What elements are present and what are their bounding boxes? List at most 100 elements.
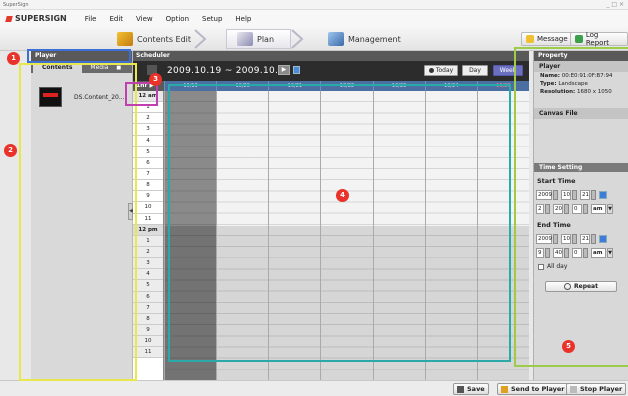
property-panel: Property Player Name: 00:E0:91:0F:B7:94 …: [533, 51, 628, 380]
day-column[interactable]: [476, 91, 529, 380]
end-month-field[interactable]: 10: [561, 234, 571, 244]
spinner-icon[interactable]: [583, 248, 588, 258]
day-column[interactable]: [372, 91, 425, 380]
hour-label: 4: [133, 269, 163, 281]
tab-contents[interactable]: Contents: [33, 63, 82, 73]
player-name-row: Name: 00:E0:91:0F:B7:94: [534, 72, 628, 80]
hour-label: 6: [133, 158, 163, 169]
spinner-icon[interactable]: [545, 204, 550, 214]
start-ampm-select[interactable]: am: [591, 204, 606, 214]
today-icon: [428, 68, 434, 73]
send-icon: [501, 385, 508, 393]
bottom-toolbar: Save Send to Player Stop Player: [0, 380, 628, 396]
day-column[interactable]: [424, 91, 477, 380]
end-second-field[interactable]: 0: [572, 248, 582, 258]
spinner-icon[interactable]: [553, 234, 558, 244]
end-time-row: 9 40 0 am ▼: [534, 246, 628, 260]
day-header[interactable]: 10/19: [164, 81, 216, 91]
name-label: Name:: [540, 73, 560, 79]
save-label: Save: [467, 385, 485, 393]
menu-edit[interactable]: Edit: [109, 15, 123, 23]
main-nav: Contents Edit Plan Management Message Lo…: [0, 27, 628, 51]
day-header[interactable]: 10/25: [476, 81, 529, 91]
end-ampm-select[interactable]: am: [591, 248, 606, 258]
menu-bar: SUPERSIGN File Edit View Option Setup He…: [0, 10, 628, 27]
day-header[interactable]: 10/20: [216, 81, 268, 91]
start-time-title: Start Time: [537, 177, 576, 185]
day-header[interactable]: 10/22: [320, 81, 372, 91]
spinner-icon[interactable]: [553, 190, 558, 200]
calendar-icon[interactable]: [599, 191, 607, 199]
scheduler-header: Scheduler: [133, 51, 529, 61]
end-time-title: End Time: [537, 221, 571, 229]
player-type-value: Landscape: [558, 81, 588, 87]
day-header[interactable]: 10/23: [372, 81, 425, 91]
menu-file[interactable]: File: [85, 15, 97, 23]
date-range-label: 2009.10.19 ~ 2009.10.25: [167, 66, 291, 76]
day-header[interactable]: 10/24: [424, 81, 477, 91]
spinner-icon[interactable]: [583, 204, 588, 214]
save-button[interactable]: Save: [453, 383, 489, 395]
hour-label: 11: [133, 347, 163, 359]
start-month-field[interactable]: 10: [561, 190, 571, 200]
chevron-down-icon[interactable]: ▼: [607, 204, 613, 214]
end-date-row: 2009 10 21: [534, 232, 628, 246]
media-badge-icon: ■: [116, 65, 122, 71]
start-year-field[interactable]: 2009: [536, 190, 552, 200]
end-year-field[interactable]: 2009: [536, 234, 552, 244]
hour-label: 3: [133, 124, 163, 136]
start-second-field[interactable]: 0: [572, 204, 582, 214]
menu-help[interactable]: Help: [235, 15, 251, 23]
stop-player-button[interactable]: Stop Player: [566, 383, 627, 395]
tab-contents-edit[interactable]: Contents Edit: [117, 29, 191, 49]
tab-media[interactable]: Media ■: [82, 63, 131, 73]
spinner-icon[interactable]: [591, 190, 596, 200]
window-controls[interactable]: _ □ ×: [606, 0, 624, 10]
spinner-icon[interactable]: [591, 234, 596, 244]
tab-management[interactable]: Management: [328, 29, 401, 49]
list-item[interactable]: DS.Content_20...: [39, 86, 129, 108]
repeat-button[interactable]: Repeat: [545, 281, 617, 292]
chevron-down-icon[interactable]: ▼: [607, 248, 613, 258]
spinner-icon[interactable]: [572, 190, 577, 200]
send-to-player-button[interactable]: Send to Player: [497, 383, 569, 395]
day-column[interactable]: [320, 91, 373, 380]
all-day-checkbox[interactable]: All day: [534, 260, 628, 273]
spinner-icon[interactable]: [564, 204, 569, 214]
today-button[interactable]: Today: [424, 65, 458, 76]
calendar-picker-icon[interactable]: [293, 66, 300, 74]
annotation-badge: 5: [562, 340, 575, 353]
start-hour-field[interactable]: 2: [536, 204, 544, 214]
spinner-icon[interactable]: [564, 248, 569, 258]
day-column[interactable]: [268, 91, 321, 380]
scheduler: Scheduler 2009.10.19 ~ 2009.10.25 ▶ Toda…: [133, 51, 529, 380]
end-hour-field[interactable]: 9: [536, 248, 544, 258]
end-day-field[interactable]: 21: [580, 234, 590, 244]
send-label: Send to Player: [511, 385, 565, 393]
week-view-button[interactable]: Week: [493, 65, 523, 76]
message-button[interactable]: Message: [521, 32, 573, 46]
menu-option[interactable]: Option: [166, 15, 189, 23]
day-column[interactable]: [216, 91, 269, 380]
next-week-button[interactable]: ▶: [278, 65, 290, 75]
start-minute-field[interactable]: 20: [553, 204, 563, 214]
day-column[interactable]: [164, 91, 217, 380]
end-minute-field[interactable]: 40: [553, 248, 563, 258]
tab-plan[interactable]: Plan: [226, 29, 292, 49]
day-header[interactable]: 10/21: [268, 81, 320, 91]
hour-label: 12 pm: [133, 224, 163, 236]
start-day-field[interactable]: 21: [580, 190, 590, 200]
log-icon: [575, 35, 583, 43]
hour-label: 9: [133, 191, 163, 203]
window-title: SuperSign: [3, 2, 29, 8]
menu-view[interactable]: View: [136, 15, 153, 23]
calendar-icon[interactable]: [599, 235, 607, 243]
player-resolution-row: Resolution: 1680 x 1050: [534, 88, 628, 96]
repeat-label: Repeat: [574, 283, 598, 290]
menu-setup[interactable]: Setup: [202, 15, 222, 23]
log-report-button[interactable]: Log Report: [570, 31, 628, 47]
day-view-button[interactable]: Day: [462, 65, 488, 76]
spinner-icon[interactable]: [572, 234, 577, 244]
spinner-icon[interactable]: [545, 248, 550, 258]
hour-scale-label: 1hr: [136, 82, 148, 89]
